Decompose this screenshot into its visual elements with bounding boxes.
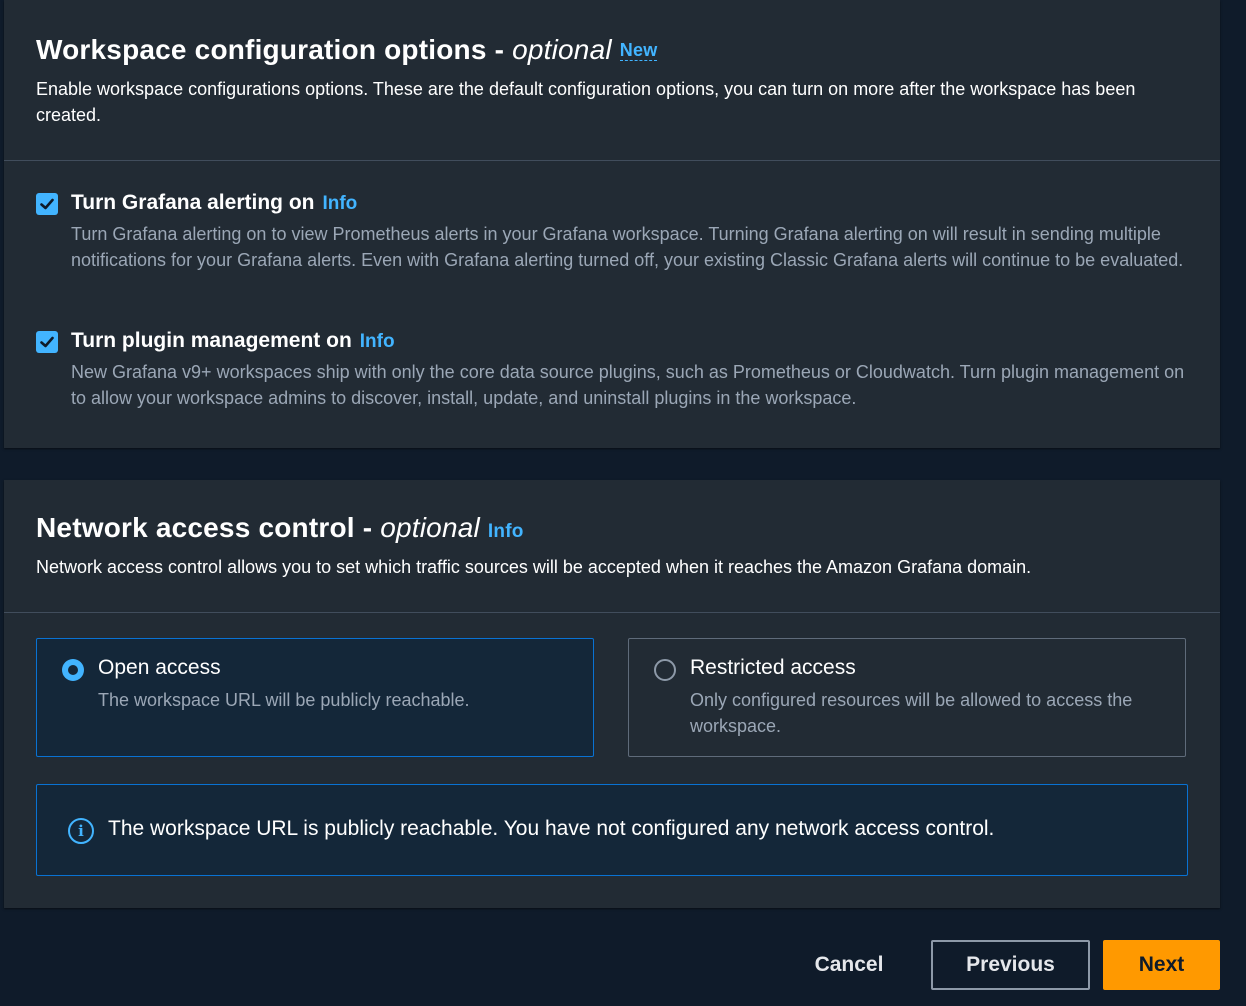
open-access-description: The workspace URL will be publicly reach… (98, 690, 470, 710)
optional-label: optional (380, 512, 480, 543)
new-badge[interactable]: New (619, 40, 658, 61)
section-divider (4, 160, 1220, 161)
network-info-alert: i The workspace URL is publicly reachabl… (36, 784, 1188, 876)
plugin-management-description: New Grafana v9+ workspaces ship with onl… (71, 362, 1185, 408)
network-access-panel: Network access control - optional Info Ne… (4, 480, 1220, 908)
next-button[interactable]: Next (1103, 940, 1220, 990)
previous-button[interactable]: Previous (931, 940, 1090, 990)
section-divider (4, 612, 1220, 613)
cancel-button[interactable]: Cancel (790, 940, 908, 990)
network-access-title: Network access control - optional Info (36, 512, 524, 544)
restricted-access-tile[interactable]: Restricted access Only configured resour… (628, 638, 1186, 757)
checkmark-icon (40, 198, 54, 210)
open-access-tile[interactable]: Open access The workspace URL will be pu… (36, 638, 594, 757)
grafana-alerting-checkbox[interactable] (36, 193, 58, 215)
plugin-management-info-link[interactable]: Info (360, 331, 395, 352)
network-access-description: Network access control allows you to set… (36, 557, 1032, 577)
workspace-config-title-text: Workspace configuration options - (36, 34, 505, 65)
restricted-access-radio[interactable] (654, 659, 676, 681)
plugin-management-checkbox[interactable] (36, 331, 58, 353)
open-access-radio[interactable] (62, 659, 84, 681)
info-circle-icon: i (68, 818, 94, 844)
checkmark-icon (40, 336, 54, 348)
plugin-management-label: Turn plugin management on Info (71, 329, 395, 353)
grafana-alerting-label: Turn Grafana alerting on Info (71, 191, 357, 215)
workspace-config-title: Workspace configuration options - option… (36, 34, 658, 66)
workspace-config-panel: Workspace configuration options - option… (4, 0, 1220, 448)
grafana-alerting-label-text: Turn Grafana alerting on (71, 191, 315, 214)
restricted-access-description: Only configured resources will be allowe… (690, 690, 1133, 736)
network-access-info-link[interactable]: Info (488, 521, 524, 542)
open-access-label: Open access (98, 656, 221, 679)
grafana-alerting-description: Turn Grafana alerting on to view Prometh… (71, 224, 1184, 270)
network-info-alert-text: The workspace URL is publicly reachable.… (108, 817, 995, 840)
restricted-access-label: Restricted access (690, 656, 856, 679)
optional-label: optional (512, 34, 612, 65)
plugin-management-label-text: Turn plugin management on (71, 329, 352, 352)
network-access-title-text: Network access control - (36, 512, 373, 543)
grafana-alerting-info-link[interactable]: Info (322, 193, 357, 214)
workspace-config-description: Enable workspace configurations options.… (36, 79, 1136, 125)
